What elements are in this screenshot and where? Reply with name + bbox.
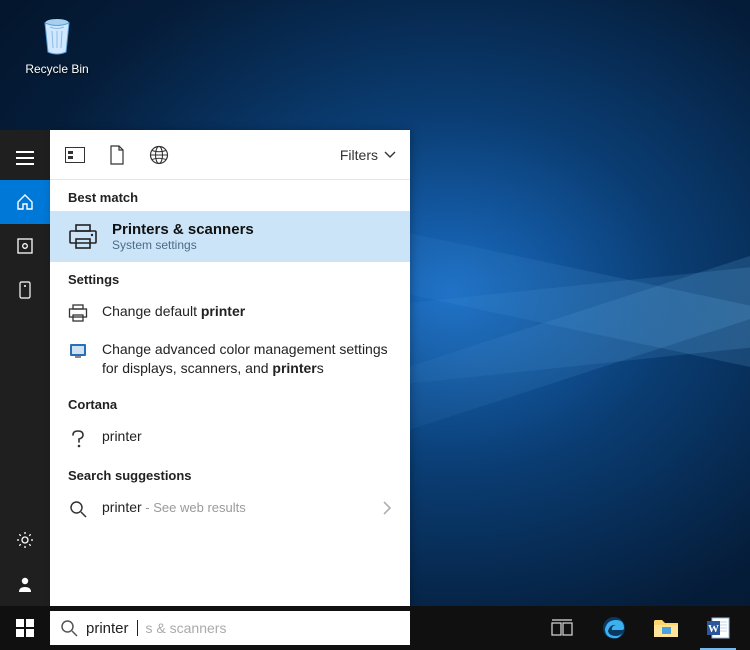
taskbar-search-box[interactable]: printer s & scanners xyxy=(50,611,410,645)
home-icon xyxy=(16,193,34,211)
settings-result-text: Change advanced color management setting… xyxy=(102,340,392,378)
word-icon: W xyxy=(705,615,731,641)
panel-tab-row: Filters xyxy=(50,130,410,180)
rail-apps-button[interactable] xyxy=(0,224,50,268)
filters-label: Filters xyxy=(340,147,378,163)
cortana-result-text: printer xyxy=(102,427,392,446)
section-cortana: Cortana xyxy=(50,387,410,418)
monitor-color-icon xyxy=(69,342,87,360)
rail-settings-button[interactable] xyxy=(0,518,50,562)
recycle-bin-label: Recycle Bin xyxy=(22,62,92,76)
apps-icon xyxy=(17,238,33,254)
rail-menu-button[interactable] xyxy=(0,136,50,180)
search-icon xyxy=(60,619,78,637)
svg-text:W: W xyxy=(708,623,719,635)
search-suggestion[interactable]: printer - See web results xyxy=(50,489,410,527)
printer-icon xyxy=(68,224,98,250)
recycle-bin-desktop-icon[interactable]: Recycle Bin xyxy=(22,14,92,76)
task-view-icon xyxy=(551,619,573,637)
taskbar-file-explorer[interactable] xyxy=(640,606,692,650)
remote-icon xyxy=(19,281,31,299)
question-icon xyxy=(70,429,86,449)
search-icon xyxy=(69,500,87,518)
start-button[interactable] xyxy=(0,606,50,650)
chevron-right-icon xyxy=(382,498,392,516)
start-left-rail xyxy=(0,130,50,606)
rail-home-button[interactable] xyxy=(0,180,50,224)
settings-result-text: Change default printer xyxy=(102,302,392,321)
text-caret xyxy=(137,620,138,636)
person-icon xyxy=(16,575,34,593)
hamburger-icon xyxy=(16,151,34,165)
search-autocomplete-hint: s & scanners xyxy=(146,620,227,636)
rail-documents-button[interactable] xyxy=(0,268,50,312)
taskbar: printer s & scanners xyxy=(0,606,750,650)
chevron-down-icon xyxy=(384,151,396,159)
filters-dropdown[interactable]: Filters xyxy=(340,147,396,163)
gear-icon xyxy=(16,531,34,549)
best-match-subtitle: System settings xyxy=(112,238,254,252)
taskbar-edge[interactable] xyxy=(588,606,640,650)
tab-web-icon[interactable] xyxy=(148,144,170,166)
section-best-match: Best match xyxy=(50,180,410,211)
printer-small-icon xyxy=(68,304,88,322)
folder-icon xyxy=(653,617,679,639)
taskbar-word[interactable]: W xyxy=(692,606,744,650)
search-results-panel: Filters Best match Printers & scanners S… xyxy=(50,130,410,606)
section-suggestions: Search suggestions xyxy=(50,458,410,489)
best-match-title: Printers & scanners xyxy=(112,221,254,238)
rail-account-button[interactable] xyxy=(0,562,50,606)
search-typed-text: printer xyxy=(86,620,129,637)
recycle-bin-icon xyxy=(35,14,79,58)
tab-documents-icon[interactable] xyxy=(106,144,128,166)
section-settings: Settings xyxy=(50,262,410,293)
settings-result-advanced-color[interactable]: Change advanced color management setting… xyxy=(50,331,410,387)
taskbar-task-view[interactable] xyxy=(536,606,588,650)
cortana-result[interactable]: printer xyxy=(50,418,410,458)
windows-logo-icon xyxy=(16,619,34,637)
tab-apps-icon[interactable] xyxy=(64,144,86,166)
edge-icon xyxy=(601,615,627,641)
search-suggestion-text: printer - See web results xyxy=(102,498,368,517)
best-match-result[interactable]: Printers & scanners System settings xyxy=(50,211,410,262)
settings-result-change-default[interactable]: Change default printer xyxy=(50,293,410,331)
